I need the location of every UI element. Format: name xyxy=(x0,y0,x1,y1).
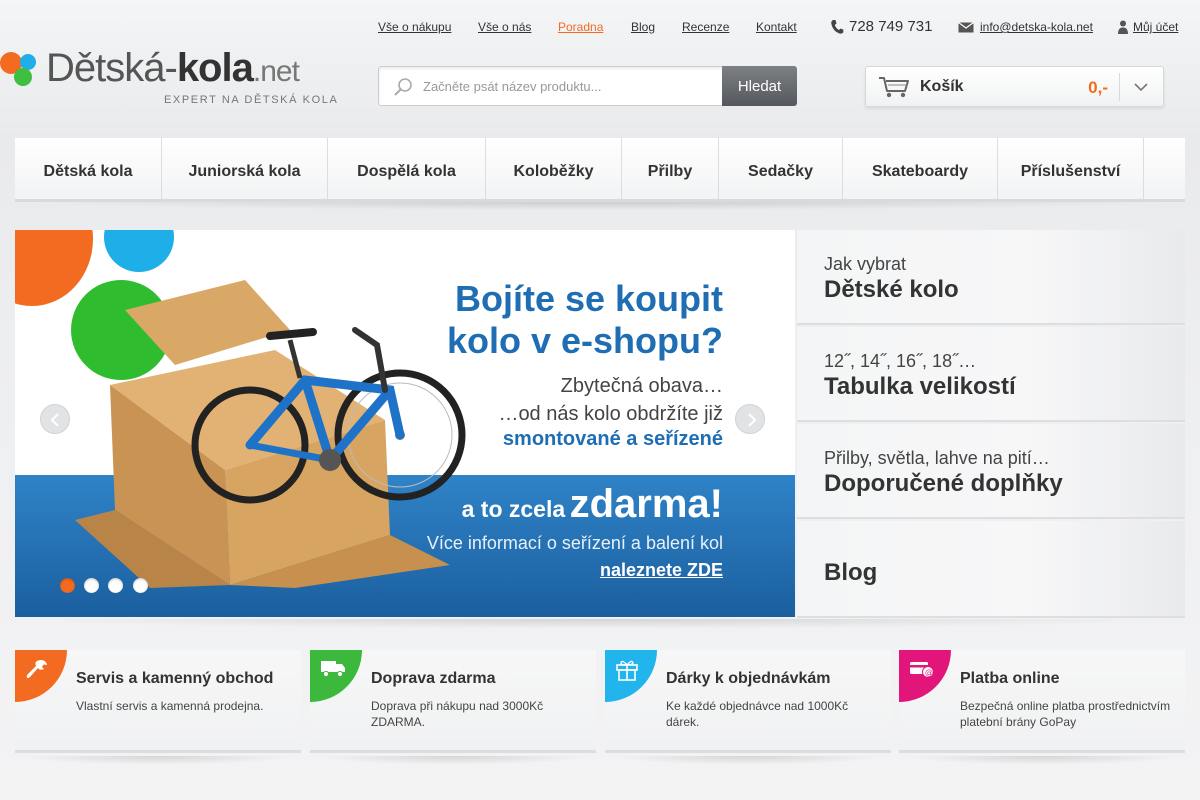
category-navigation: Dětská kola Juniorská kola Dospělá kola … xyxy=(15,138,1185,202)
category-sedacky[interactable]: Sedačky xyxy=(719,138,843,199)
slider-dot-4[interactable] xyxy=(133,578,148,593)
cart-divider xyxy=(1119,73,1120,101)
phone-icon xyxy=(831,20,844,34)
account-link[interactable]: Můj účet xyxy=(1133,20,1178,34)
truck-icon xyxy=(321,661,345,678)
slider-info-text: Více informací o seřízení a balení kol xyxy=(426,533,723,553)
feature-badge: @ xyxy=(899,650,951,702)
slider-subtext: Zbytečná obava… …od nás kolo obdržíte ji… xyxy=(498,375,723,425)
topnav-link-o-nas[interactable]: Vše o nás xyxy=(478,20,531,34)
shopping-cart-icon xyxy=(879,77,909,98)
slider-highlight: smontované a seřízené xyxy=(502,428,723,450)
feature-title: Dárky k objednávkám xyxy=(666,670,831,687)
envelope-icon xyxy=(958,22,974,33)
feature-servis[interactable]: Servis a kamenný obchod Vlastní servis a… xyxy=(15,650,301,753)
category-nav-shadow xyxy=(25,202,1175,210)
feature-description: Ke každé objednávce nad 1000Kč dárek. xyxy=(666,699,849,729)
search-input[interactable] xyxy=(423,76,713,96)
side-panel-subtitle: 12˝, 14˝, 16˝, 18˝… xyxy=(824,351,977,371)
topnav-link-kontakt[interactable]: Kontakt xyxy=(756,20,797,34)
chevron-down-icon[interactable] xyxy=(1133,79,1149,95)
feature-description: Vlastní servis a kamenná prodejna. xyxy=(76,699,264,713)
category-skateboardy[interactable]: Skateboardy xyxy=(843,138,998,199)
feature-description: Doprava při nákupu nad 3000Kč ZDARMA. xyxy=(371,699,544,729)
phone-number: 728 749 731 xyxy=(849,18,933,35)
chevron-right-icon xyxy=(748,413,757,427)
feature-platba[interactable]: @ Platba online Bezpečná online platba p… xyxy=(899,650,1185,753)
cart-label: Košík xyxy=(920,78,964,95)
feature-doprava[interactable]: Doprava zdarma Doprava při nákupu nad 30… xyxy=(310,650,596,753)
feature-title: Doprava zdarma xyxy=(371,670,496,687)
feature-description: Bezpečná online platba prostřednictvím p… xyxy=(960,699,1171,729)
topnav-link-nakup[interactable]: Vše o nákupu xyxy=(378,20,451,34)
side-panel-blog[interactable]: Blog xyxy=(797,521,1185,618)
side-panel-subtitle: Přilby, světla, lahve na pití… xyxy=(824,448,1050,468)
slider-free-text: a to zcela zdarma! xyxy=(461,482,723,526)
side-panels: Jak vybrat Dětské kolo 12˝, 14˝, 16˝, 18… xyxy=(797,230,1185,618)
category-dospela-kola[interactable]: Dospělá kola xyxy=(328,138,486,199)
side-panel-title: Doporučené doplňky xyxy=(824,470,1063,497)
category-juniorska-kola[interactable]: Juniorská kola xyxy=(162,138,328,199)
gift-icon xyxy=(616,660,638,681)
slider-prev-button[interactable] xyxy=(40,404,70,434)
decor-circle-blue xyxy=(104,230,174,272)
search-icon xyxy=(394,78,412,96)
user-icon xyxy=(1118,20,1128,34)
feature-shadow xyxy=(20,756,296,765)
card-payment-icon: @ xyxy=(910,662,934,678)
logo-tagline: EXPERT NA DĚTSKÁ KOLA xyxy=(164,94,339,106)
side-panel-tabulka-velikosti[interactable]: 12˝, 14˝, 16˝, 18˝… Tabulka velikostí xyxy=(797,327,1185,422)
bike-in-box-illustration xyxy=(75,280,466,588)
slider-dot-3[interactable] xyxy=(108,578,123,593)
slider-dot-1[interactable] xyxy=(60,578,75,593)
side-panel-detske-kolo[interactable]: Jak vybrat Dětské kolo xyxy=(797,230,1185,325)
category-prislusenstvi[interactable]: Příslušenství xyxy=(998,138,1144,199)
category-detska-kola[interactable]: Dětská kola xyxy=(15,138,162,199)
topnav-link-blog[interactable]: Blog xyxy=(631,20,655,34)
feature-shadow xyxy=(315,756,591,765)
feature-shadow xyxy=(610,756,886,765)
search-box: Hledat xyxy=(378,66,797,106)
logo-dot-green xyxy=(14,68,32,86)
feature-badge xyxy=(310,650,362,702)
side-panel-title: Dětské kolo xyxy=(824,276,959,303)
slider-next-button[interactable] xyxy=(735,404,765,434)
side-panel-doporucene-doplnky[interactable]: Přilby, světla, lahve na pití… Doporučen… xyxy=(797,424,1185,519)
email-link[interactable]: info@detska-kola.net xyxy=(980,20,1093,34)
cart-widget[interactable]: Košík 0,- xyxy=(865,66,1164,107)
feature-badge xyxy=(605,650,657,702)
feature-shadow xyxy=(904,756,1180,765)
side-panel-title: Tabulka velikostí xyxy=(824,373,1016,400)
slider-more-link[interactable]: naleznete ZDE xyxy=(600,560,723,581)
feature-title: Servis a kamenný obchod xyxy=(76,670,274,687)
promo-slider[interactable]: Bojíte se koupit kolo v e-shopu? Zbytečn… xyxy=(15,230,795,617)
slider-shadow xyxy=(25,619,1175,629)
chevron-left-icon xyxy=(50,413,59,427)
topnav-link-recenze[interactable]: Recenze xyxy=(682,20,729,34)
slider-headline: Bojíte se koupit kolo v e-shopu? xyxy=(446,278,723,361)
wrench-icon xyxy=(26,660,47,679)
site-logo[interactable]: Dětská-kola.net EXPERT NA DĚTSKÁ KOLA xyxy=(0,46,337,110)
svg-text:@: @ xyxy=(925,668,933,677)
side-panel-subtitle: Jak vybrat xyxy=(824,254,907,274)
logo-wordmark: Dětská-kola.net xyxy=(46,46,300,90)
side-panel-title: Blog xyxy=(824,559,878,586)
feature-darky[interactable]: Dárky k objednávkám Ke každé objednávce … xyxy=(605,650,891,753)
feature-badge xyxy=(15,650,67,702)
topnav-link-poradna[interactable]: Poradna xyxy=(558,20,603,34)
cart-price: 0,- xyxy=(1088,78,1108,97)
feature-title: Platba online xyxy=(960,670,1060,687)
category-kolobezky[interactable]: Koloběžky xyxy=(486,138,622,199)
slider-dot-2[interactable] xyxy=(84,578,99,593)
search-button[interactable]: Hledat xyxy=(722,66,797,106)
category-prilby[interactable]: Přilby xyxy=(622,138,719,199)
